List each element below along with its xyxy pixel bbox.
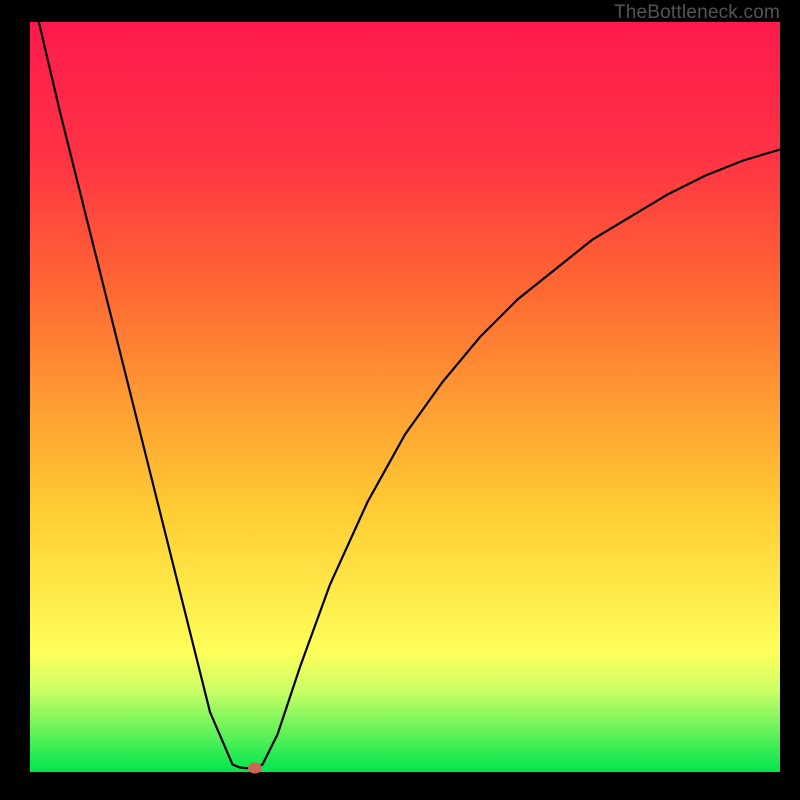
chart-container: TheBottleneck.com: [0, 0, 800, 800]
curve-svg: [30, 22, 780, 772]
watermark-text: TheBottleneck.com: [614, 2, 780, 24]
curve-right-branch: [255, 150, 780, 769]
bottleneck-marker: [248, 763, 262, 774]
curve-left-branch: [30, 22, 255, 768]
